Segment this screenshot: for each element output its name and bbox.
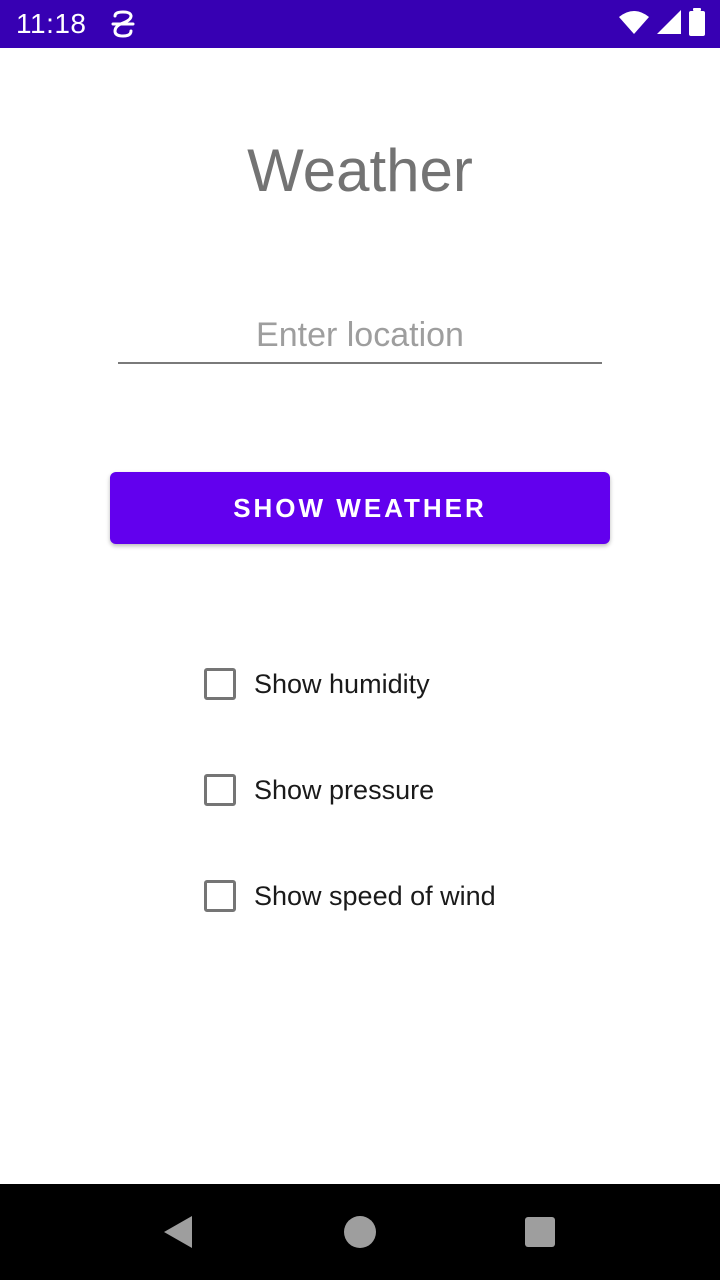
status-bar: 11:18 xyxy=(0,0,720,48)
signal-icon xyxy=(656,9,682,40)
location-field xyxy=(118,308,602,364)
humidity-checkbox[interactable] xyxy=(204,668,236,700)
wind-speed-checkbox[interactable] xyxy=(204,880,236,912)
wind-speed-checkbox-label: Show speed of wind xyxy=(254,880,496,911)
location-input[interactable] xyxy=(118,308,602,364)
app-notification-icon xyxy=(110,10,136,38)
wifi-icon xyxy=(618,9,650,40)
weather-screen: 11:18 Weather Enter location SHOW WEATHE… xyxy=(0,0,720,1280)
pressure-checkbox[interactable] xyxy=(204,774,236,806)
wind-speed-checkbox-row[interactable]: Show speed of wind xyxy=(204,876,496,916)
pressure-checkbox-label: Show pressure xyxy=(254,774,435,805)
home-icon[interactable] xyxy=(344,1216,376,1248)
page-title: Weather xyxy=(247,137,473,204)
humidity-checkbox-row[interactable]: Show humidity xyxy=(204,664,430,704)
status-time: 11:18 xyxy=(16,8,87,39)
status-icons xyxy=(618,7,706,41)
navigation-bar xyxy=(0,1184,720,1280)
humidity-checkbox-label: Show humidity xyxy=(254,668,430,699)
battery-icon xyxy=(688,7,706,41)
recents-icon[interactable] xyxy=(525,1217,555,1247)
show-weather-button[interactable]: SHOW WEATHER xyxy=(110,472,610,544)
back-icon[interactable] xyxy=(160,1214,196,1250)
pressure-checkbox-row[interactable]: Show pressure xyxy=(204,770,434,810)
